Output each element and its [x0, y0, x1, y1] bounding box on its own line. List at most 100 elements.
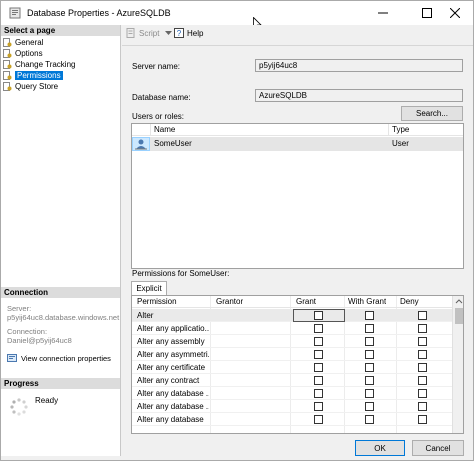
nav-item-label: Query Store: [15, 82, 59, 91]
with-grant-checkbox[interactable]: [365, 350, 374, 359]
scrollbar-thumb[interactable]: [455, 308, 463, 324]
table-row[interactable]: Alter any certificate: [132, 361, 452, 374]
nav-item-label: General: [15, 38, 44, 47]
database-name-field[interactable]: AzureSQLDB: [255, 89, 463, 102]
close-button[interactable]: [437, 1, 473, 25]
database-properties-dialog: Database Properties - AzureSQLDB Select …: [0, 0, 474, 461]
with-grant-checkbox[interactable]: [365, 402, 374, 411]
column-header-permission[interactable]: Permission: [137, 297, 177, 306]
permission-cell: Alter any database ...: [137, 402, 209, 411]
grant-checkbox[interactable]: [314, 350, 323, 359]
column-header-with-grant[interactable]: With Grant: [348, 297, 386, 306]
user-name-cell: SomeUser: [154, 139, 192, 148]
with-grant-checkbox[interactable]: [365, 324, 374, 333]
nav-item-change-tracking[interactable]: Change Tracking: [3, 59, 118, 70]
nav-item-options[interactable]: Options: [3, 48, 118, 59]
help-label: Help: [187, 28, 204, 38]
table-row[interactable]: Alter any database ...: [132, 400, 452, 413]
table-row[interactable]: Alter any contract: [132, 374, 452, 387]
connection-value: Daniel@p5yij64uc8: [7, 336, 72, 345]
column-header-type[interactable]: Type: [392, 125, 409, 134]
scroll-up-icon: [455, 299, 463, 304]
search-button[interactable]: Search...: [401, 106, 463, 121]
script-label: Script: [139, 28, 160, 38]
table-row[interactable]: Alter any database: [132, 413, 452, 426]
deny-checkbox[interactable]: [418, 402, 427, 411]
connection-properties-icon: [7, 354, 17, 362]
deny-checkbox[interactable]: [418, 415, 427, 424]
permission-cell: Alter: [137, 311, 154, 320]
select-page-header: Select a page: [1, 25, 120, 36]
with-grant-checkbox[interactable]: [365, 337, 374, 346]
nav-item-general[interactable]: General: [3, 37, 118, 48]
nav-item-label: Options: [15, 49, 43, 58]
deny-checkbox[interactable]: [418, 337, 427, 346]
grant-checkbox[interactable]: [314, 324, 323, 333]
permissions-grid[interactable]: Permission Grantor Grant With Grant Deny…: [131, 295, 464, 434]
permissions-scrollbar[interactable]: [452, 296, 463, 433]
script-icon: [126, 28, 135, 38]
with-grant-checkbox[interactable]: [365, 376, 374, 385]
grant-checkbox[interactable]: [314, 389, 323, 398]
server-name-field[interactable]: p5yij64uc8: [255, 59, 463, 72]
with-grant-checkbox[interactable]: [365, 389, 374, 398]
deny-checkbox[interactable]: [418, 324, 427, 333]
with-grant-checkbox[interactable]: [365, 415, 374, 424]
deny-checkbox[interactable]: [418, 311, 427, 320]
grant-checkbox[interactable]: [314, 363, 323, 372]
table-row[interactable]: Alter any database ...: [132, 387, 452, 400]
with-grant-checkbox[interactable]: [365, 363, 374, 372]
users-grid[interactable]: Name Type SomeUser User: [131, 123, 464, 269]
permission-cell: Alter any contract: [137, 376, 200, 385]
window-title: Database Properties - AzureSQLDB: [27, 8, 171, 18]
table-row[interactable]: SomeUser User: [132, 137, 463, 151]
connection-label: Connection:: [7, 327, 48, 336]
left-pane: Select a page General Options Change Tra…: [1, 25, 121, 456]
minimize-button[interactable]: [365, 1, 401, 25]
server-value: p5yij64uc8.database.windows.net: [7, 313, 120, 322]
right-pane: Script ? Help Server name: p5yij64uc8 Da…: [122, 25, 473, 434]
table-row[interactable]: Alter any asymmetri...: [132, 348, 452, 361]
row-icon-cell: [132, 137, 150, 151]
deny-checkbox[interactable]: [418, 376, 427, 385]
grant-checkbox[interactable]: [314, 415, 323, 424]
view-connection-properties-link[interactable]: View connection properties: [7, 353, 111, 363]
column-header-deny[interactable]: Deny: [400, 297, 419, 306]
table-row[interactable]: Alter any assembly: [132, 335, 452, 348]
permissions-grid-header: Permission Grantor Grant With Grant Deny: [132, 296, 452, 308]
ok-button[interactable]: OK: [355, 440, 405, 456]
with-grant-checkbox[interactable]: [365, 311, 374, 320]
page-wrench-icon: [3, 49, 12, 58]
table-row[interactable]: Alter: [132, 309, 452, 322]
deny-checkbox[interactable]: [418, 363, 427, 372]
server-name-label: Server name:: [132, 62, 181, 71]
grant-checkbox[interactable]: [314, 337, 323, 346]
page-wrench-icon: [3, 71, 12, 80]
nav-item-query-store[interactable]: Query Store: [3, 81, 118, 92]
grant-checkbox[interactable]: [314, 311, 323, 320]
nav-item-permissions[interactable]: Permissions: [3, 70, 118, 81]
permission-cell: Alter any assembly: [137, 337, 205, 346]
permission-cell: Alter any asymmetri...: [137, 350, 209, 359]
script-button[interactable]: Script: [126, 28, 173, 38]
permission-cell: Alter any database: [137, 415, 204, 424]
permission-cell: Alter any certificate: [137, 363, 206, 372]
column-header-grant[interactable]: Grant: [296, 297, 316, 306]
toolbar-divider: [122, 45, 473, 46]
table-row[interactable]: Alter any applicatio...: [132, 322, 452, 335]
column-header-grantor[interactable]: Grantor: [216, 297, 243, 306]
progress-status: Ready: [35, 396, 59, 405]
deny-checkbox[interactable]: [418, 389, 427, 398]
deny-checkbox[interactable]: [418, 350, 427, 359]
title-bar[interactable]: Database Properties - AzureSQLDB: [1, 1, 473, 31]
progress-header: Progress: [1, 378, 120, 389]
close-icon: [450, 8, 460, 18]
tab-explicit[interactable]: Explicit: [131, 281, 167, 295]
help-button[interactable]: ? Help: [174, 28, 203, 38]
maximize-icon: [422, 8, 432, 18]
page-wrench-icon: [3, 82, 12, 91]
grant-checkbox[interactable]: [314, 402, 323, 411]
column-header-name[interactable]: Name: [154, 125, 175, 134]
cancel-button[interactable]: Cancel: [412, 440, 464, 456]
grant-checkbox[interactable]: [314, 376, 323, 385]
